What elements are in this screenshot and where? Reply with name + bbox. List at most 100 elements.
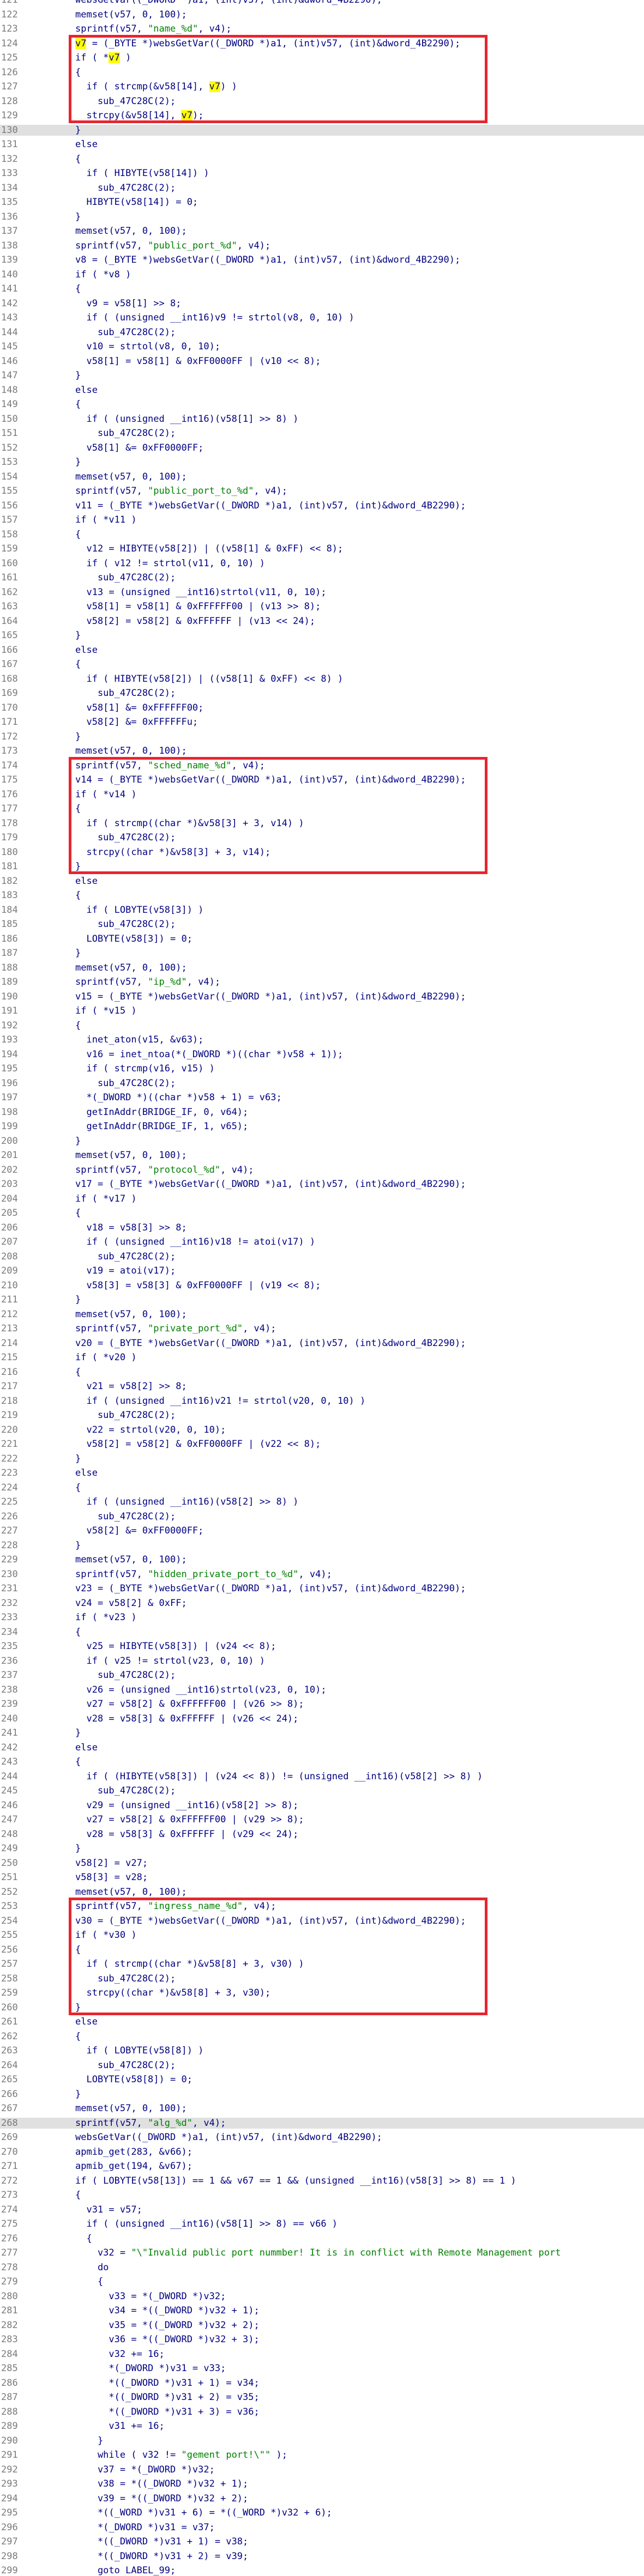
code-text: memset(v57, 0, 100); [75,745,187,756]
code-line: 168 if ( HIBYTE(v58[2]) | ((v58[1] & 0xF… [0,674,644,684]
code-line: 284 v32 += 16; [0,2349,644,2360]
code-token: v19 = atoi(v17); [75,1265,176,1276]
code-line: 128 sub_47C28C(2); [0,96,644,107]
line-number: 210 [1,1280,18,1291]
code-token: ); [270,2450,287,2460]
code-token: , v4); [298,1568,332,1580]
code-line: 237 sub_47C28C(2); [0,1670,644,1681]
line-number: 203 [1,1179,18,1190]
code-text: v26 = (unsigned __int16)strtol(v23, 0, 1… [75,1684,326,1695]
code-token: { [75,659,81,670]
code-token: apmib_get(283, &v66); [75,2146,192,2157]
line-number: 207 [1,1237,18,1247]
string-literal: "protocol_%d" [148,1164,221,1175]
code-text: if ( *v15 ) [75,1005,137,1016]
code-text: { [75,803,81,814]
code-token: , v4); [243,1901,276,1912]
code-text: v30 = (_BYTE *)websGetVar((_DWORD *)a1, … [75,1916,466,1926]
line-number: 171 [1,717,18,728]
line-number: 296 [1,2522,18,2533]
code-token: memset(v57, 0, 100); [75,1554,187,1565]
code-token: v35 = *((_DWORD *)v32 + 2); [75,2319,260,2331]
line-number: 170 [1,702,18,713]
code-line: 294 v39 = *((_DWORD *)v32 + 2); [0,2493,644,2504]
code-text: sub_47C28C(2); [75,572,176,583]
code-text: else [75,1468,98,1478]
code-line: 186 LOBYTE(v58[3]) = 0; [0,934,644,944]
code-text: if ( (unsigned __int16)(v58[2] >> 8) ) [75,1496,298,1507]
code-text: } [75,2435,103,2446]
code-token: v58[1] = v58[1] & 0xFF0000FF | (v10 << 8… [75,355,321,367]
line-number: 219 [1,1410,18,1421]
code-line: 224 { [0,1482,644,1493]
code-token: if ( *v20 ) [75,1352,137,1363]
line-number: 235 [1,1641,18,1652]
line-number: 194 [1,1048,18,1060]
code-token: else [75,1468,98,1478]
code-text: getInAddr(BRIDGE_IF, 1, v65); [75,1121,248,1132]
code-text: if ( strcmp(&v58[14], v7) ) [75,81,237,92]
code-text: v7 = (_BYTE *)websGetVar((_DWORD *)a1, (… [75,38,460,49]
line-number: 260 [1,2002,18,2013]
code-token: sprintf(v57, [75,1901,148,1912]
code-line: 163 v58[1] = v58[1] & 0xFFFFFF00 | (v13 … [0,601,644,612]
code-token: v58[1] &= 0xFFFFFF00; [75,702,204,713]
line-number: 212 [1,1308,18,1320]
code-line: 216 { [0,1367,644,1378]
code-token: memset(v57, 0, 100); [75,9,187,20]
code-token: { [75,529,81,540]
code-line: 280 v33 = *(_DWORD *)v32; [0,2291,644,2302]
line-number: 282 [1,2319,18,2331]
code-token: } [75,1294,81,1305]
code-token: sub_47C28C(2); [75,95,176,107]
code-token: ); [192,110,204,121]
code-token: sub_47C28C(2); [75,832,176,843]
code-text: v15 = (_BYTE *)websGetVar((_DWORD *)a1, … [75,991,466,1002]
code-line: 195 if ( strcmp(v16, v15) ) [0,1063,644,1074]
code-token: *((_DWORD *)v31 + 2) = v35; [75,2392,260,2403]
line-number: 218 [1,1395,18,1407]
line-number: 248 [1,1828,18,1840]
code-token: , v4); [220,1164,254,1175]
highlighted-variable: v7 [181,110,192,121]
code-text: getInAddr(BRIDGE_IF, 0, v64); [75,1107,248,1118]
line-number: 130 [1,124,18,136]
code-text: v16 = inet_ntoa(*(_DWORD *)((char *)v58 … [75,1049,343,1060]
code-token: } [75,731,81,742]
code-line: 272 if ( LOBYTE(v58[13]) == 1 && v67 == 1… [0,2175,644,2186]
code-line: 203 v17 = (_BYTE *)websGetVar((_DWORD *)a… [0,1179,644,1190]
code-token: v9 = v58[1] >> 8; [75,298,182,309]
code-text: v11 = (_BYTE *)websGetVar((_DWORD *)a1, … [75,500,466,511]
code-line: 289 v31 += 16; [0,2421,644,2432]
line-number: 251 [1,1872,18,1883]
code-token: v34 = *((_DWORD *)v32 + 1); [75,2305,260,2316]
code-text: memset(v57, 0, 100); [75,226,187,237]
code-token: v58[2] = v58[2] & 0xFF0000FF | (v22 << 8… [75,1439,321,1450]
code-token: , v4); [192,2117,226,2129]
code-token: } [75,370,81,381]
code-text: } [75,861,81,872]
code-line: 255 if ( *v30 ) [0,1930,644,1941]
code-line: 148 else [0,385,644,396]
code-line: 246 v29 = (unsigned __int16)(v58[2] >> 8… [0,1800,644,1811]
code-token: if ( (unsigned __int16)(v58[1] >> 8) == … [75,2219,338,2229]
code-token: { [75,1626,81,1638]
pseudocode-view[interactable]: 121 websGetVar((_DWORD *)a1, (int)v57, (i… [0,0,644,2576]
line-number: 250 [1,1857,18,1869]
code-text: { [75,154,81,165]
code-token: websGetVar((_DWORD *)a1, (int)v57, (int)… [75,0,382,5]
line-number: 256 [1,1944,18,1955]
line-number: 136 [1,211,18,222]
line-number: 153 [1,457,18,468]
code-line: 129 strcpy(&v58[14], v7); [0,110,644,121]
code-text: sub_47C28C(2); [75,183,176,193]
line-number: 180 [1,846,18,858]
code-line: 200} [0,1136,644,1147]
code-text: if ( (unsigned __int16)v9 != strtol(v8, … [75,312,354,323]
code-token: v12 = HIBYTE(v58[2]) | ((v58[1] & 0xFF) … [75,543,344,554]
code-text: if ( *v11 ) [75,514,137,525]
code-line: 212 memset(v57, 0, 100); [0,1309,644,1320]
code-text: { [75,1627,81,1638]
code-text: sub_47C28C(2); [75,2060,176,2071]
code-token: , v4); [231,760,266,771]
